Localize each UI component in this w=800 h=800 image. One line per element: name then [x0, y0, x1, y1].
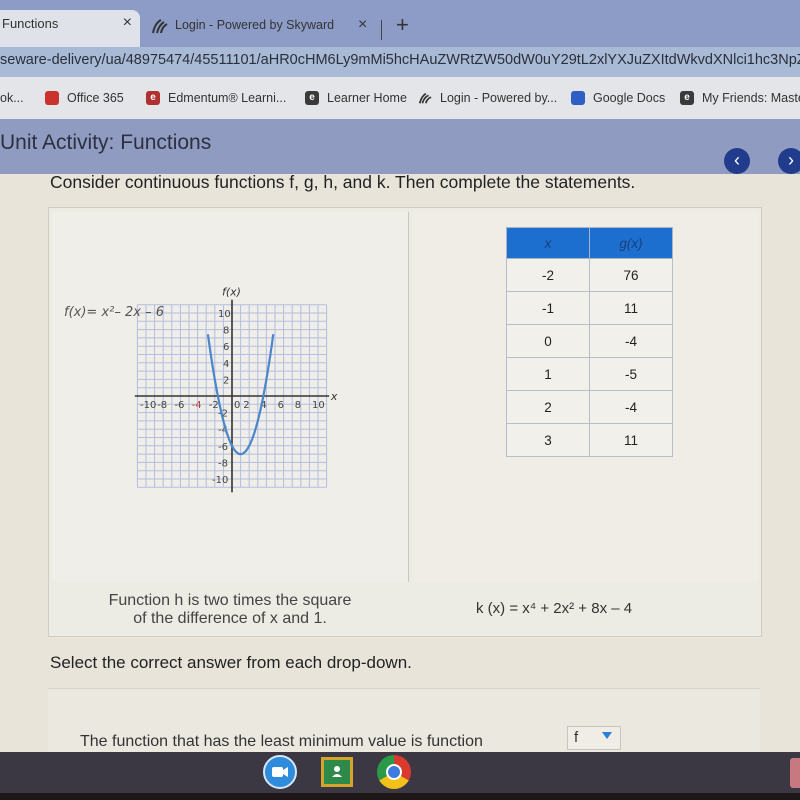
x-tick-label: -8	[157, 400, 167, 411]
question-prompt: Consider continuous functions f, g, h, a…	[50, 172, 636, 192]
y-tick-label: 10	[218, 309, 231, 320]
edmentum-icon: e	[680, 91, 694, 105]
bookmark-learner-home[interactable]: e Learner Home	[305, 91, 407, 105]
skyward-icon	[152, 19, 168, 34]
table-cell-gx: 11	[589, 423, 673, 457]
edmentum-icon: e	[305, 91, 319, 105]
url-text[interactable]: seware-delivery/ua/48975474/45511101/aHR…	[0, 52, 800, 68]
bookmark-label: My Friends: Master	[702, 91, 800, 105]
dropdown-arrow-icon[interactable]	[602, 732, 612, 739]
x-tick-label: 10	[312, 400, 325, 411]
page-header: Unit Activity: Functions	[0, 119, 800, 174]
table-row: -1 11	[506, 291, 673, 325]
select-instructions: Select the correct answer from each drop…	[50, 653, 412, 672]
bookmarks-bar: ok... Office 365 e Edmentum® Learni... e…	[0, 77, 800, 119]
bookmark-label: ok...	[0, 91, 24, 105]
function-h-line1: Function h is two times the square	[108, 592, 352, 609]
bookmark-label: Edmentum® Learni...	[168, 91, 287, 105]
bookmark-office-365[interactable]: Office 365	[45, 91, 124, 105]
x-tick-label: -4	[192, 400, 202, 411]
table-cell-x: 1	[506, 357, 590, 391]
y-axis-label: f(x)	[222, 286, 241, 299]
next-question-button[interactable]: ›	[778, 148, 800, 174]
close-tab-icon[interactable]: ×	[358, 16, 367, 34]
table-cell-x: 2	[506, 390, 590, 424]
zoom-icon[interactable]	[263, 755, 297, 789]
screen-bezel	[0, 793, 800, 800]
close-tab-icon[interactable]: ×	[123, 14, 132, 32]
bookmark-label: Google Docs	[593, 91, 666, 105]
x-tick-label: 6	[278, 400, 284, 411]
bookmark-label: Office 365	[67, 91, 124, 105]
bookmark-edmentum[interactable]: e Edmentum® Learni...	[146, 91, 286, 105]
table-cell-gx: 76	[589, 258, 673, 292]
function-h-line2: of the difference of x and 1.	[133, 610, 327, 627]
table-row: 3 11	[506, 423, 673, 457]
status-tray[interactable]	[790, 758, 800, 788]
function-h-description: Function h is two times the square of th…	[80, 592, 380, 628]
table-cell-gx: 11	[589, 291, 673, 325]
tab-functions[interactable]: Functions ×	[0, 10, 140, 47]
table-cell-gx: -4	[589, 324, 673, 358]
bookmark-my-friends[interactable]: e My Friends: Master	[680, 91, 800, 105]
x-axis-label: x	[330, 390, 338, 403]
y-tick-label: 2	[223, 375, 229, 386]
x-tick-label: -6	[174, 400, 184, 411]
y-tick-label: -10	[212, 475, 228, 486]
least-minimum-dropdown[interactable]: f	[567, 726, 621, 750]
table-cell-gx: -5	[589, 357, 673, 391]
graph-axes	[134, 299, 330, 493]
page-title: Unit Activity: Functions	[0, 131, 212, 154]
office-icon	[45, 91, 59, 105]
table-header-gx: g(x)	[589, 227, 673, 259]
dropdown-value: f	[574, 729, 579, 746]
tab-title: Functions	[2, 16, 59, 31]
table-row: 1 -5	[506, 357, 673, 391]
google-classroom-icon[interactable]	[321, 757, 353, 787]
bookmark-google-docs[interactable]: Google Docs	[571, 91, 665, 105]
x-tick-label: 2	[243, 400, 249, 411]
x-tick-label: 0	[234, 400, 240, 411]
table-cell-x: 0	[506, 324, 590, 358]
least-minimum-statement: The function that has the least minimum …	[80, 733, 483, 750]
function-k-definition: k (x) = x⁴ + 2x² + 8x – 4	[476, 600, 633, 617]
previous-question-button[interactable]: ‹	[724, 148, 750, 174]
y-tick-label: 6	[223, 342, 229, 353]
table-row: 0 -4	[506, 324, 673, 358]
skyward-icon	[418, 92, 432, 104]
table-cell-x: -2	[506, 258, 590, 292]
x-tick-label: 8	[295, 400, 301, 411]
address-bar[interactable]: seware-delivery/ua/48975474/45511101/aHR…	[0, 47, 800, 77]
y-tick-label: -8	[218, 458, 228, 469]
function-f-graph: -10 -8 -6 -4 -2 0 2 4 6 8 10108642-2-4-6-8-10 f(x)…	[64, 286, 338, 493]
table-cell-gx: -4	[589, 390, 673, 424]
tab-skyward-login[interactable]: Login - Powered by Skyward ×	[145, 14, 390, 46]
tab-title: Login - Powered by Skyward	[175, 18, 335, 32]
table-row: 2 -4	[506, 390, 673, 424]
tab-strip: Functions × Login - Powered by Skyward ×…	[0, 0, 800, 47]
bookmark-ok[interactable]: ok...	[0, 91, 24, 105]
bookmark-label: Learner Home	[327, 91, 407, 105]
x-tick-label: -10	[140, 400, 156, 411]
new-tab-button[interactable]: +	[396, 12, 409, 38]
table-header-x: x	[506, 227, 590, 259]
y-tick-label: -6	[218, 442, 228, 453]
edmentum-icon: e	[146, 91, 160, 105]
google-docs-icon	[571, 91, 585, 105]
table-row: -2 76	[506, 258, 673, 292]
table-cell-x: 3	[506, 423, 590, 457]
y-tick-label: 8	[223, 326, 229, 337]
y-tick-label: 4	[223, 359, 229, 370]
function-g-table: x g(x) -2 76 -1 11 0 -4 1 -5 2 -4 3 11	[506, 227, 673, 457]
bookmark-label: Login - Powered by...	[440, 91, 558, 105]
table-cell-x: -1	[506, 291, 590, 325]
chrome-icon[interactable]	[377, 755, 411, 789]
tab-separator	[381, 20, 382, 40]
bookmark-skyward-login[interactable]: Login - Powered by...	[418, 91, 557, 105]
function-f-equation: f(x)= x²– 2x – 6	[64, 305, 164, 320]
